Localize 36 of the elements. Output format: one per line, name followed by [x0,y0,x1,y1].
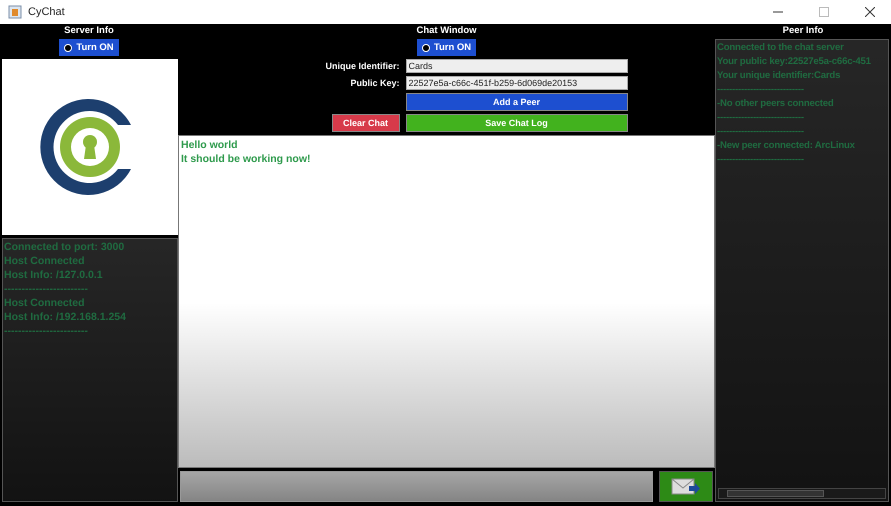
field-label: Unique Identifier: [326,61,400,71]
log-line: -New peer connected: ArcLinux [717,139,856,153]
panel-title: Chat Window [416,25,477,37]
panel-title: Server Info [64,25,114,37]
input-field[interactable]: 22527e5a-c66c-451f-b259-6d069de20153 [406,76,628,90]
input-field[interactable]: Cards [406,59,628,73]
send-button[interactable] [659,471,713,502]
log-line: Your unique identifier:Cards [717,69,842,83]
log-line: ------------------------ [4,324,89,338]
add-peer-button[interactable]: Add a Peer [406,93,628,111]
log-line: ----------------------------- [717,153,805,167]
log-line: Host Connected [4,254,86,268]
envelope-icon [671,476,701,496]
log-line: Host Connected [4,296,86,310]
log-line: ------------------------ [4,282,89,296]
log-line: ----------------------------- [717,83,805,97]
log-line: Connected to port: 3000 [4,240,126,254]
log-line: Connected to the chat server [717,41,845,55]
turn-on-radio[interactable]: Turn ON [416,39,476,56]
message-input[interactable] [180,471,653,502]
horizontal-scrollbar[interactable] [718,488,886,499]
chat-message: Hello world [181,138,239,152]
log-line: Host Info: /192.168.1.254 [4,310,127,324]
log-line: Your public key:22527e5a-c66c-451 [717,55,872,69]
clear-chat-button[interactable]: Clear Chat [332,114,400,132]
log-line: Host Info: /127.0.0.1 [4,268,104,282]
log-line: ----------------------------- [717,125,805,139]
window-title: CyChat [28,6,65,18]
turn-on-radio[interactable]: Turn ON [59,39,119,56]
field-label: Public Key: [349,78,400,88]
log-line: ----------------------------- [717,111,805,125]
chat-message: It should be working now! [181,152,312,166]
close-icon[interactable] [865,7,875,17]
panel-title: Peer Info [782,25,824,37]
app-icon [8,5,22,19]
log-line: -No other peers connected [717,97,835,111]
